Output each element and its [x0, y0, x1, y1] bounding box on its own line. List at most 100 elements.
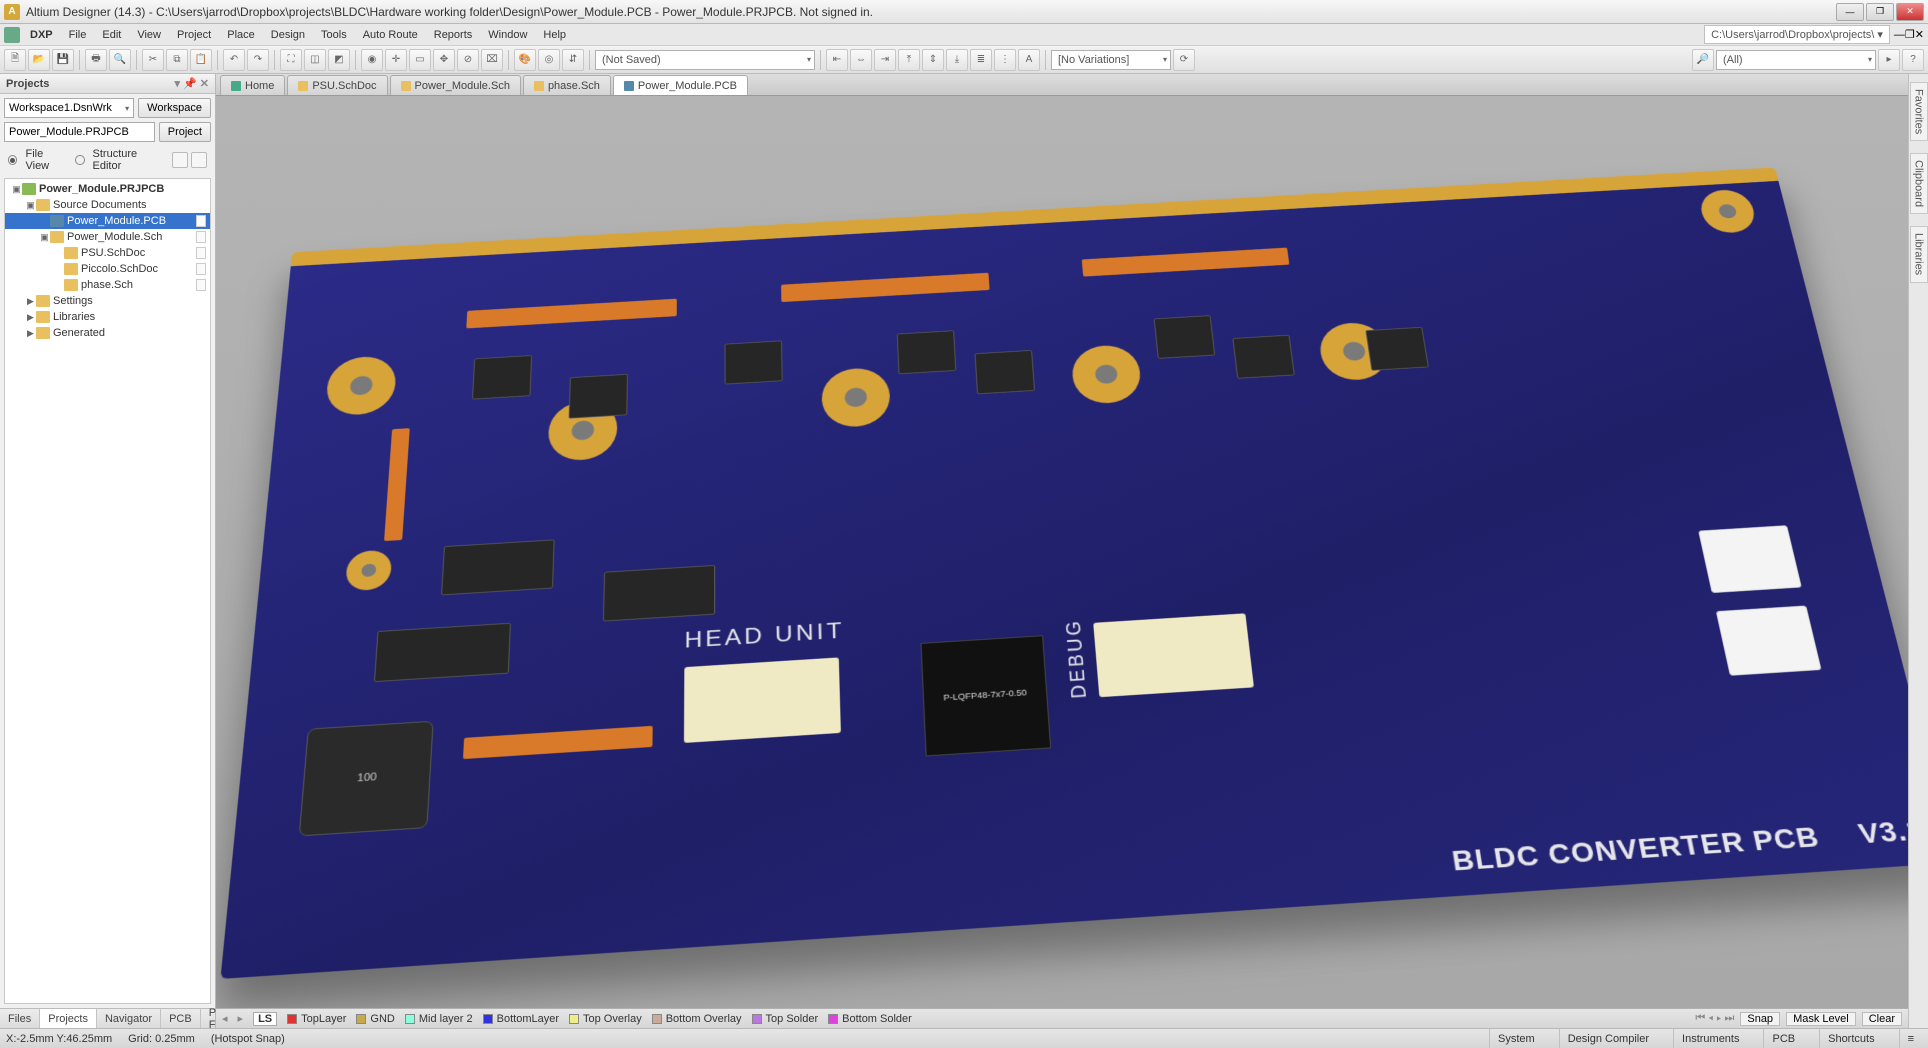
panel-dropdown-icon[interactable]: ▾ [175, 77, 181, 90]
panel-close-icon[interactable]: ✕ [200, 77, 209, 90]
menu-autoroute[interactable]: Auto Route [355, 26, 426, 44]
bottom-tab-files[interactable]: Files [0, 1009, 40, 1028]
recent-path-dropdown[interactable]: C:\Users\jarrod\Dropbox\projects\ ▾ [1704, 25, 1890, 44]
menu-project[interactable]: Project [169, 26, 219, 44]
panel-refresh-button[interactable] [191, 152, 207, 168]
align-left-button[interactable]: ⇤ [826, 49, 848, 71]
status-design-compiler-button[interactable]: Design Compiler [1559, 1029, 1657, 1048]
layer-nav-icons[interactable]: ⏮ ◂ ▸ ⏭ [1695, 1012, 1734, 1025]
print-button[interactable]: 🖶 [85, 49, 107, 71]
menu-window[interactable]: Window [480, 26, 535, 44]
menu-tools[interactable]: Tools [313, 26, 355, 44]
zoom-selected-button[interactable]: ◩ [328, 49, 350, 71]
pcb-3d-viewport[interactable]: 100 HEAD UNIT DEBUG BLDC CONVERTER PCB [216, 96, 1908, 1008]
doc-tab[interactable]: PSU.SchDoc [287, 75, 387, 95]
tree-node[interactable]: ▣Source Documents [5, 197, 210, 213]
doc-tab[interactable]: phase.Sch [523, 75, 611, 95]
project-field[interactable]: Power_Module.PRJPCB [4, 122, 155, 142]
menu-file[interactable]: File [61, 26, 95, 44]
close-button[interactable]: ✕ [1896, 3, 1924, 21]
layer-clear-button[interactable]: Clear [1862, 1012, 1902, 1026]
place-via-button[interactable]: ◎ [538, 49, 560, 71]
find-button[interactable]: 🔎 [1692, 49, 1714, 71]
filter-combo[interactable]: (All) [1716, 50, 1876, 70]
help-button[interactable]: ? [1902, 49, 1924, 71]
status-pcb-button[interactable]: PCB [1763, 1029, 1803, 1048]
status-menu-icon[interactable]: ≡ [1899, 1029, 1922, 1048]
layer-mask-level-button[interactable]: Mask Level [1786, 1012, 1856, 1026]
tree-node[interactable]: ▶Settings [5, 293, 210, 309]
secondary-minimize-button[interactable]: — [1894, 29, 1905, 41]
dxp-icon[interactable] [4, 27, 20, 43]
clear-filter-button[interactable]: ⌧ [481, 49, 503, 71]
bottom-tab-navigator[interactable]: Navigator [97, 1009, 161, 1028]
tree-node[interactable]: ▶Libraries [5, 309, 210, 325]
file-view-radio[interactable] [8, 155, 17, 165]
align-center-button[interactable]: ⇔ [850, 49, 872, 71]
redo-button[interactable]: ↷ [247, 49, 269, 71]
status-system-button[interactable]: System [1489, 1029, 1543, 1048]
variations-combo[interactable]: [No Variations] [1051, 50, 1171, 70]
layer-tab[interactable]: Top Overlay [569, 1013, 642, 1025]
menu-reports[interactable]: Reports [426, 26, 481, 44]
tree-node[interactable]: ▶Generated [5, 325, 210, 341]
align-top-button[interactable]: ⤒ [898, 49, 920, 71]
zoom-area-button[interactable]: ◫ [304, 49, 326, 71]
panel-options-button[interactable] [172, 152, 188, 168]
layer-tab[interactable]: Bottom Solder [828, 1013, 912, 1025]
project-button[interactable]: Project [159, 122, 211, 142]
align-right-button[interactable]: ⇥ [874, 49, 896, 71]
flip-button[interactable]: ⇵ [562, 49, 584, 71]
workspace-combo[interactable]: Workspace1.DsnWrk▾ [4, 98, 134, 118]
layer-tab[interactable]: Mid layer 2 [405, 1013, 473, 1025]
layer-scroll-right-icon[interactable]: ▸ [238, 1012, 244, 1025]
bottom-tab-projects[interactable]: Projects [40, 1009, 97, 1028]
select-button[interactable]: ▭ [409, 49, 431, 71]
menu-dxp[interactable]: DXP [22, 26, 61, 44]
open-button[interactable]: 📂 [28, 49, 50, 71]
workspace-button[interactable]: Workspace [138, 98, 211, 118]
tree-node[interactable]: PSU.SchDoc [5, 245, 210, 261]
net-colors-button[interactable]: 🎨 [514, 49, 536, 71]
deselect-button[interactable]: ⊘ [457, 49, 479, 71]
tree-node[interactable]: phase.Sch [5, 277, 210, 293]
side-tab-clipboard[interactable]: Clipboard [1910, 153, 1928, 214]
text-tool-button[interactable]: A [1018, 49, 1040, 71]
tree-node[interactable]: ▣Power_Module.PRJPCB [5, 181, 210, 197]
tree-node[interactable]: Piccolo.SchDoc [5, 261, 210, 277]
undo-button[interactable]: ↶ [223, 49, 245, 71]
layer-scroll-left-icon[interactable]: ◂ [222, 1012, 228, 1025]
minimize-button[interactable]: — [1836, 3, 1864, 21]
doc-tab[interactable]: Power_Module.PCB [613, 75, 748, 95]
align-middle-button[interactable]: ⇕ [922, 49, 944, 71]
layer-tab[interactable]: Top Solder [752, 1013, 819, 1025]
distribute-h-button[interactable]: ≣ [970, 49, 992, 71]
layer-tab[interactable]: TopLayer [287, 1013, 346, 1025]
variations-refresh-button[interactable]: ⟳ [1173, 49, 1195, 71]
doc-tab[interactable]: Home [220, 75, 285, 95]
filter-apply-button[interactable]: ▸ [1878, 49, 1900, 71]
maximize-button[interactable]: ❐ [1866, 3, 1894, 21]
structure-editor-radio[interactable] [75, 155, 84, 165]
tree-node[interactable]: ▣Power_Module.Sch [5, 229, 210, 245]
status-instruments-button[interactable]: Instruments [1673, 1029, 1747, 1048]
layer-tab[interactable]: BottomLayer [483, 1013, 559, 1025]
tree-node[interactable]: Power_Module.PCB [5, 213, 210, 229]
doc-tab[interactable]: Power_Module.Sch [390, 75, 521, 95]
align-bottom-button[interactable]: ⤓ [946, 49, 968, 71]
layer-snap-button[interactable]: Snap [1740, 1012, 1780, 1026]
zoom-fit-button[interactable]: ⛶ [280, 49, 302, 71]
menu-help[interactable]: Help [535, 26, 574, 44]
new-doc-button[interactable]: 🗎 [4, 49, 26, 71]
side-tab-favorites[interactable]: Favorites [1910, 82, 1928, 141]
distribute-v-button[interactable]: ⋮ [994, 49, 1016, 71]
menu-design[interactable]: Design [263, 26, 313, 44]
cross-probe-button[interactable]: ✛ [385, 49, 407, 71]
menu-edit[interactable]: Edit [94, 26, 129, 44]
panel-pin-icon[interactable]: 📌 [183, 77, 197, 90]
preview-button[interactable]: 🔍 [109, 49, 131, 71]
copy-button[interactable]: ⧉ [166, 49, 188, 71]
move-button[interactable]: ✥ [433, 49, 455, 71]
status-shortcuts-button[interactable]: Shortcuts [1819, 1029, 1882, 1048]
save-button[interactable]: 💾 [52, 49, 74, 71]
